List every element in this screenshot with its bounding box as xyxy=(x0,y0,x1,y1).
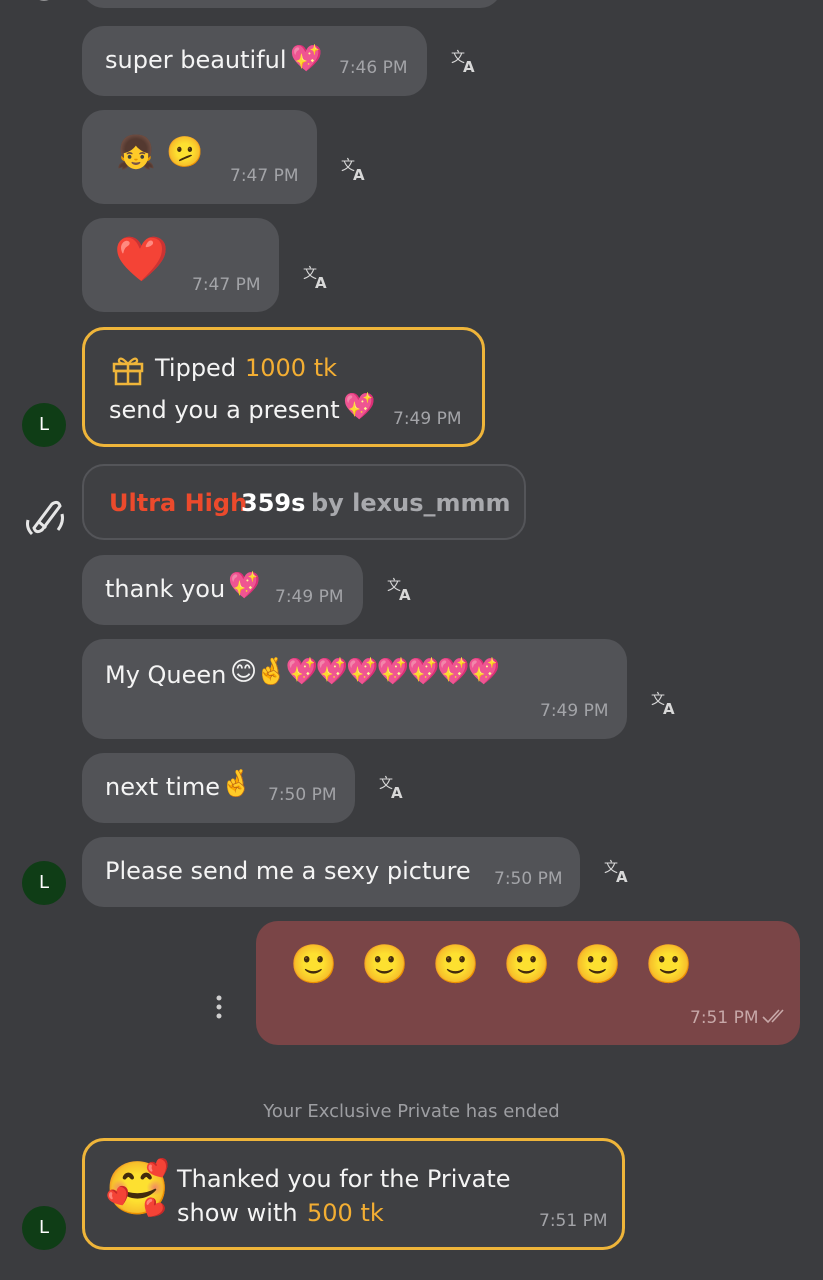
avatar[interactable]: L xyxy=(22,1206,66,1250)
message-time: 7:50 PM xyxy=(268,785,337,805)
thanks-line2-prefix: show with xyxy=(177,1199,298,1227)
slight-smile-emoji: 🙂 xyxy=(361,942,409,986)
tip-amount: 1000 tk xyxy=(245,354,338,382)
svg-text:A: A xyxy=(391,784,403,800)
gift-icon xyxy=(112,357,144,386)
message-bubble[interactable]: 👧 🫤 7:47 PM xyxy=(82,110,317,204)
message-bubble[interactable]: super beautiful 💖 7:46 PM xyxy=(82,26,427,96)
message-bubble[interactable]: thank you 💖 7:49 PM xyxy=(82,555,363,625)
ultra-high-card: Ultra High 359s by lexus_mmm xyxy=(82,464,526,540)
translate-icon[interactable]: 文 A xyxy=(302,264,332,290)
svg-text:A: A xyxy=(663,700,675,716)
slight-smile-emoji: 🙂 xyxy=(290,942,338,986)
message-time: 7:49 PM xyxy=(540,701,609,721)
tip-message: send you a present xyxy=(109,396,340,424)
svg-text:A: A xyxy=(353,166,365,182)
message-text: super beautiful xyxy=(105,46,287,74)
message-text: My Queen xyxy=(105,661,227,689)
message-options-button[interactable] xyxy=(210,993,228,1023)
red-heart-emoji: ❤️ xyxy=(114,234,169,285)
message-time: 7:46 PM xyxy=(339,58,408,78)
tip-label: Tipped xyxy=(155,354,237,382)
ultra-duration: 359s xyxy=(241,489,306,517)
ultra-by-user: by lexus_mmm xyxy=(311,489,511,517)
message-time: 7:51 PM xyxy=(690,1008,759,1028)
slight-smile-emoji: 🙂 xyxy=(574,942,622,986)
translate-icon[interactable]: 文 A xyxy=(650,690,680,716)
emoji-row: 🙂 🙂 🙂 🙂 🙂 🙂 xyxy=(290,945,705,983)
svg-text:A: A xyxy=(616,868,628,884)
translate-icon[interactable]: 文 A xyxy=(450,48,480,74)
thanks-line1: Thanked you for the Private xyxy=(177,1165,511,1193)
translate-icon[interactable]: 文 A xyxy=(386,576,416,602)
svg-text:A: A xyxy=(315,274,327,290)
message-time: 7:51 PM xyxy=(539,1211,608,1231)
svg-text:A: A xyxy=(399,586,411,602)
translate-icon[interactable]: 文 A xyxy=(603,858,633,884)
message-text: Please send me a sexy picture xyxy=(105,857,471,885)
sparkling-heart-emoji: 💖 xyxy=(343,392,376,422)
translate-icon[interactable]: 文 A xyxy=(340,156,370,182)
slight-smile-emoji: 🙂 xyxy=(503,942,551,986)
ultra-level: Ultra High xyxy=(109,489,248,517)
message-bubble[interactable]: ❤️ 7:47 PM xyxy=(82,218,279,312)
message-bubble[interactable]: Please send me a sexy picture 7:50 PM xyxy=(82,837,580,907)
emoji-sequence: 😊🤞💖💖💖💖💖💖💖 xyxy=(230,657,500,687)
tip-card: Tipped 1000 tk send you a present 💖 7:49… xyxy=(82,327,485,447)
message-time: 7:47 PM xyxy=(230,166,299,186)
avatar[interactable]: L xyxy=(22,403,66,447)
message-time: 7:49 PM xyxy=(275,587,344,607)
girl-emoji: 👧 xyxy=(116,133,156,171)
private-show-thanks-card: 🥰 Thanked you for the Private show with … xyxy=(82,1138,625,1250)
message-time: 7:49 PM xyxy=(393,409,462,429)
thanks-amount: 500 tk xyxy=(307,1199,384,1227)
smiling-face-hearts-emoji: 🥰 xyxy=(105,1159,170,1219)
message-bubble[interactable]: next time 🤞 7:50 PM xyxy=(82,753,355,823)
svg-text:A: A xyxy=(463,58,475,74)
vibration-toy-icon xyxy=(26,500,64,536)
slight-smile-emoji: 🙂 xyxy=(645,942,693,986)
message-time: 7:47 PM xyxy=(192,275,261,295)
message-bubble-previous xyxy=(82,0,502,8)
face-emoji: 🫤 xyxy=(166,135,204,170)
sparkling-heart-emoji: 💖 xyxy=(290,44,323,74)
message-time: 7:50 PM xyxy=(494,869,563,889)
outgoing-message-bubble[interactable]: 🙂 🙂 🙂 🙂 🙂 🙂 7:51 PM xyxy=(256,921,800,1045)
system-message: Your Exclusive Private has ended xyxy=(263,1101,560,1122)
message-bubble[interactable]: My Queen 😊🤞💖💖💖💖💖💖💖 7:49 PM xyxy=(82,639,627,739)
sparkling-heart-emoji: 💖 xyxy=(228,571,261,601)
double-check-icon xyxy=(762,1009,784,1024)
crossed-fingers-emoji: 🤞 xyxy=(220,769,253,799)
translate-icon[interactable]: 文 A xyxy=(378,774,408,800)
avatar[interactable]: L xyxy=(22,861,66,905)
slight-smile-emoji: 🙂 xyxy=(432,942,480,986)
message-text: next time xyxy=(105,773,221,801)
reply-icon[interactable] xyxy=(24,0,64,6)
message-text: thank you xyxy=(105,575,226,603)
